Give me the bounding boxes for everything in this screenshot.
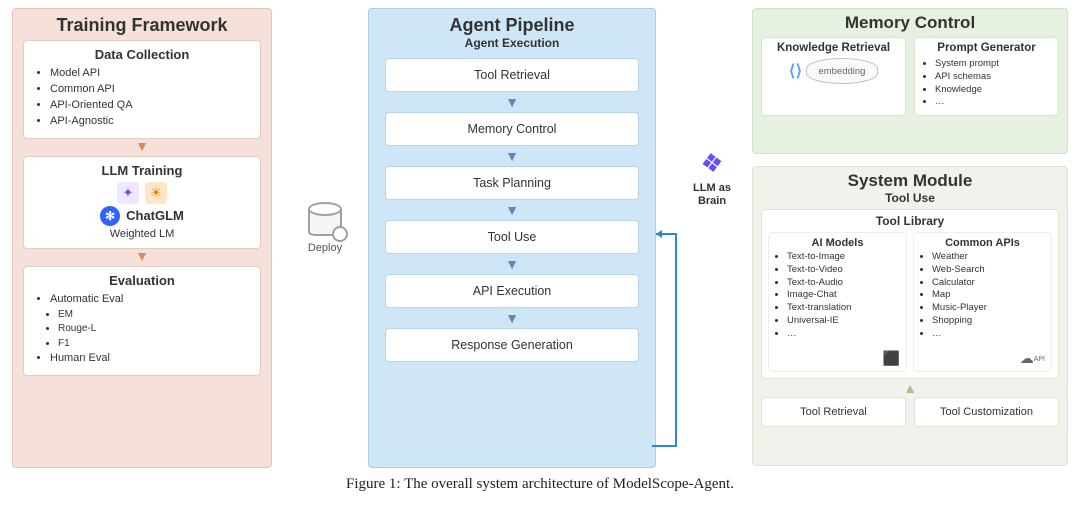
system-module-subtitle: Tool Use — [761, 191, 1059, 205]
prompt-generator-card: Prompt Generator System prompt API schem… — [914, 37, 1059, 116]
brain-cube-icon: ❖ — [693, 144, 731, 182]
agent-pipeline-title: Agent Pipeline — [385, 15, 639, 36]
tool-library-title: Tool Library — [768, 214, 1052, 228]
evaluation-sublist: EM Rouge-L F1 — [34, 308, 250, 352]
list-item: API schemas — [935, 71, 1052, 84]
down-arrow-icon: ▼ — [385, 311, 639, 325]
list-item: System prompt — [935, 58, 1052, 71]
list-item: Common API — [50, 82, 250, 98]
list-item: API-Agnostic — [50, 114, 250, 130]
prompt-generator-list: System prompt API schemas Knowledge … — [921, 58, 1052, 109]
list-item: F1 — [58, 337, 250, 352]
list-item: Automatic Eval — [50, 292, 250, 308]
pipeline-step: Memory Control — [385, 112, 639, 146]
llm-as-brain-block: ❖ LLM as Brain — [680, 146, 744, 208]
right-column: Memory Control Knowledge Retrieval ⟨ ⟩ e… — [752, 8, 1068, 468]
llm-training-card: LLM Training ✦ ☀ ✻ ChatGLM Weighted LM — [23, 156, 261, 249]
tool-retrieval-cell: Tool Retrieval — [761, 397, 906, 427]
package-icon: ⬛ — [883, 350, 900, 367]
list-item: API-Oriented QA — [50, 98, 250, 114]
down-arrow-icon: ▼ — [23, 139, 261, 153]
ai-models-list: Text-to-Image Text-to-Video Text-to-Audi… — [773, 251, 902, 341]
list-item: Universal-IE — [787, 315, 902, 328]
list-item: Text-translation — [787, 302, 902, 315]
list-item: Calculator — [932, 277, 1047, 290]
list-item: Weather — [932, 251, 1047, 264]
list-item: Shopping — [932, 315, 1047, 328]
tool-customization-cell: Tool Customization — [914, 397, 1059, 427]
system-module-title: System Module — [761, 171, 1059, 191]
common-apis-card: Common APIs Weather Web-Search Calculato… — [913, 232, 1052, 372]
training-framework-title: Training Framework — [23, 15, 261, 36]
system-module-panel: System Module Tool Use Tool Library AI M… — [752, 166, 1068, 466]
evaluation-list-2: Human Eval — [34, 351, 250, 367]
evaluation-title: Evaluation — [34, 273, 250, 288]
chatglm-label: ChatGLM — [126, 208, 184, 223]
deploy-block: Deploy — [290, 206, 360, 254]
figure-caption: Figure 1: The overall system architectur… — [0, 476, 1080, 493]
loop-arrow-icon — [648, 230, 682, 450]
common-apis-title: Common APIs — [918, 237, 1047, 249]
down-arrow-icon: ▼ — [385, 95, 639, 109]
embedding-cylinder-icon: embedding — [806, 58, 878, 84]
down-arrow-icon: ▲ — [761, 381, 1059, 395]
pipeline-step: Task Planning — [385, 166, 639, 200]
cloud-api-icon: ☁API — [1020, 350, 1045, 367]
common-apis-list: Weather Web-Search Calculator Map Music-… — [918, 251, 1047, 341]
down-arrow-icon: ▼ — [385, 203, 639, 217]
memory-control-title: Memory Control — [761, 13, 1059, 33]
list-item: Map — [932, 289, 1047, 302]
list-item: … — [935, 96, 1052, 109]
agent-pipeline-panel: Agent Pipeline Agent Execution Tool Retr… — [368, 8, 656, 468]
list-item: Music-Player — [932, 302, 1047, 315]
memory-control-panel: Memory Control Knowledge Retrieval ⟨ ⟩ e… — [752, 8, 1068, 154]
down-arrow-icon: ▼ — [23, 249, 261, 263]
ai-models-card: AI Models Text-to-Image Text-to-Video Te… — [768, 232, 907, 372]
knowledge-retrieval-title: Knowledge Retrieval — [768, 42, 899, 54]
list-item: … — [932, 328, 1047, 341]
evaluation-card: Evaluation Automatic Eval EM Rouge-L F1 … — [23, 266, 261, 376]
knowledge-retrieval-card: Knowledge Retrieval ⟨ ⟩ embedding — [761, 37, 906, 116]
prompt-generator-title: Prompt Generator — [921, 42, 1052, 54]
list-item: Image-Chat — [787, 289, 902, 302]
list-item: Knowledge — [935, 84, 1052, 97]
list-item: Web-Search — [932, 264, 1047, 277]
chatglm-icon: ✻ — [100, 206, 120, 226]
pipeline-step: API Execution — [385, 274, 639, 308]
ai-models-title: AI Models — [773, 237, 902, 249]
list-item: Human Eval — [50, 351, 250, 367]
down-arrow-icon: ▼ — [385, 257, 639, 271]
architecture-diagram: Training Framework Data Collection Model… — [12, 8, 1068, 468]
list-item: Text-to-Audio — [787, 277, 902, 290]
model-icon: ✦ — [117, 182, 139, 204]
weighted-lm-label: Weighted LM — [34, 228, 250, 240]
pipeline-step: Tool Use — [385, 220, 639, 254]
pipeline-step: Response Generation — [385, 328, 639, 362]
list-item: EM — [58, 308, 250, 323]
list-item: … — [787, 328, 902, 341]
deploy-label: Deploy — [290, 242, 360, 254]
llm-training-title: LLM Training — [34, 163, 250, 178]
data-collection-list: Model API Common API API-Oriented QA API… — [34, 66, 250, 130]
database-icon — [308, 206, 342, 236]
pipeline-step: Tool Retrieval — [385, 58, 639, 92]
tool-library-card: Tool Library AI Models Text-to-Image Tex… — [761, 209, 1059, 379]
agent-pipeline-subtitle: Agent Execution — [385, 36, 639, 50]
list-item: Text-to-Video — [787, 264, 902, 277]
list-item: Text-to-Image — [787, 251, 902, 264]
vector-icon: ⟨ ⟩ — [789, 61, 800, 81]
brain-label: LLM as Brain — [680, 182, 744, 208]
data-collection-title: Data Collection — [34, 47, 250, 62]
training-framework-panel: Training Framework Data Collection Model… — [12, 8, 272, 468]
gear-icon — [332, 226, 348, 242]
list-item: Model API — [50, 66, 250, 82]
model-icon: ☀ — [145, 182, 167, 204]
down-arrow-icon: ▼ — [385, 149, 639, 163]
evaluation-list: Automatic Eval — [34, 292, 250, 308]
list-item: Rouge-L — [58, 322, 250, 337]
data-collection-card: Data Collection Model API Common API API… — [23, 40, 261, 139]
